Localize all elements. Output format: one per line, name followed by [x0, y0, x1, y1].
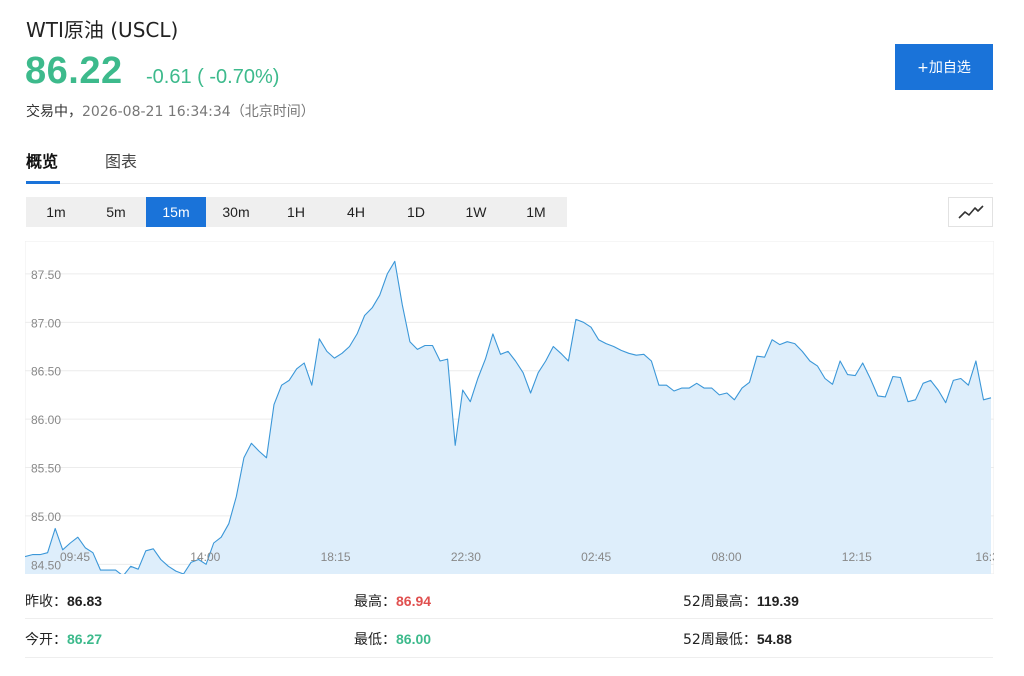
stat-label: 52周最高：: [683, 594, 757, 610]
x-tick-label: 18:15: [321, 550, 351, 564]
x-tick-label: 12:15: [842, 550, 872, 564]
stat-label: 52周最低：: [683, 632, 757, 648]
price-change: -0.61 ( -0.70%): [146, 66, 280, 88]
y-tick-label: 85.00: [31, 510, 61, 524]
interval-1h[interactable]: 1H: [266, 197, 326, 227]
instrument-title: WTI原油 (USCL): [26, 18, 179, 42]
x-tick-label: 02:45: [581, 550, 611, 564]
tab-chart[interactable]: 图表: [105, 148, 137, 172]
stat-label: 昨收：: [25, 594, 67, 610]
stat-open: 今开：86.27: [25, 629, 102, 649]
interval-1w[interactable]: 1W: [446, 197, 506, 227]
stat-high: 最高：86.94: [354, 591, 431, 611]
x-tick-label: 09:45: [60, 550, 90, 564]
interval-selector: 1m 5m 15m 30m 1H 4H 1D 1W 1M: [26, 197, 567, 227]
stats-divider: [25, 657, 993, 658]
line-chart-icon: [957, 205, 984, 219]
x-tick-label: 16:3: [975, 550, 994, 564]
tab-divider: [26, 183, 993, 184]
stat-label: 最低：: [354, 632, 396, 648]
price-chart[interactable]: 84.50 85.00 85.50 86.00 86.50 87.00 87.50 09:45…: [25, 241, 994, 574]
stat-prev-close: 昨收：86.83: [25, 591, 102, 611]
tab-overview[interactable]: 概览: [26, 148, 58, 172]
stats-divider: [25, 618, 993, 619]
y-tick-label: 87.50: [31, 268, 61, 282]
stat-value: 119.39: [756, 593, 799, 609]
interval-1m[interactable]: 1m: [26, 197, 86, 227]
stat-value: 86.83: [67, 593, 103, 609]
interval-1mo[interactable]: 1M: [506, 197, 566, 227]
active-tab-indicator: [26, 181, 60, 184]
interval-15m[interactable]: 15m: [146, 197, 206, 227]
stat-label: 今开：: [25, 632, 67, 648]
x-tick-label: 14:00: [190, 550, 220, 564]
interval-4h[interactable]: 4H: [326, 197, 386, 227]
stat-value: 86.27: [67, 631, 103, 647]
chart-type-button[interactable]: [948, 197, 993, 227]
timestamp: 2026-08-21 16:34:34（北京时间）: [82, 104, 315, 120]
stat-low: 最低：86.00: [354, 629, 431, 649]
stat-value: 86.94: [396, 593, 432, 609]
interval-1d[interactable]: 1D: [386, 197, 446, 227]
y-tick-label: 87.00: [31, 316, 61, 330]
y-tick-label: 86.00: [31, 413, 61, 427]
add-watchlist-button[interactable]: +加自选: [895, 44, 993, 90]
y-tick-label: 86.50: [31, 365, 61, 379]
stat-value: 54.88: [756, 631, 792, 647]
interval-5m[interactable]: 5m: [86, 197, 146, 227]
stat-52w-low: 52周最低：54.88: [683, 629, 792, 649]
x-tick-label: 08:00: [711, 550, 741, 564]
y-tick-label: 85.50: [31, 462, 61, 476]
last-price: 86.22: [25, 50, 123, 92]
interval-30m[interactable]: 30m: [206, 197, 266, 227]
status-label: 交易中，: [26, 104, 82, 120]
y-tick-label: 84.50: [31, 558, 61, 572]
stat-52w-high: 52周最高：119.39: [683, 591, 799, 611]
stat-label: 最高：: [354, 594, 396, 610]
trading-status: 交易中，2026-08-21 16:34:34（北京时间）: [26, 101, 315, 121]
stat-value: 86.00: [396, 631, 432, 647]
x-tick-label: 22:30: [451, 550, 481, 564]
